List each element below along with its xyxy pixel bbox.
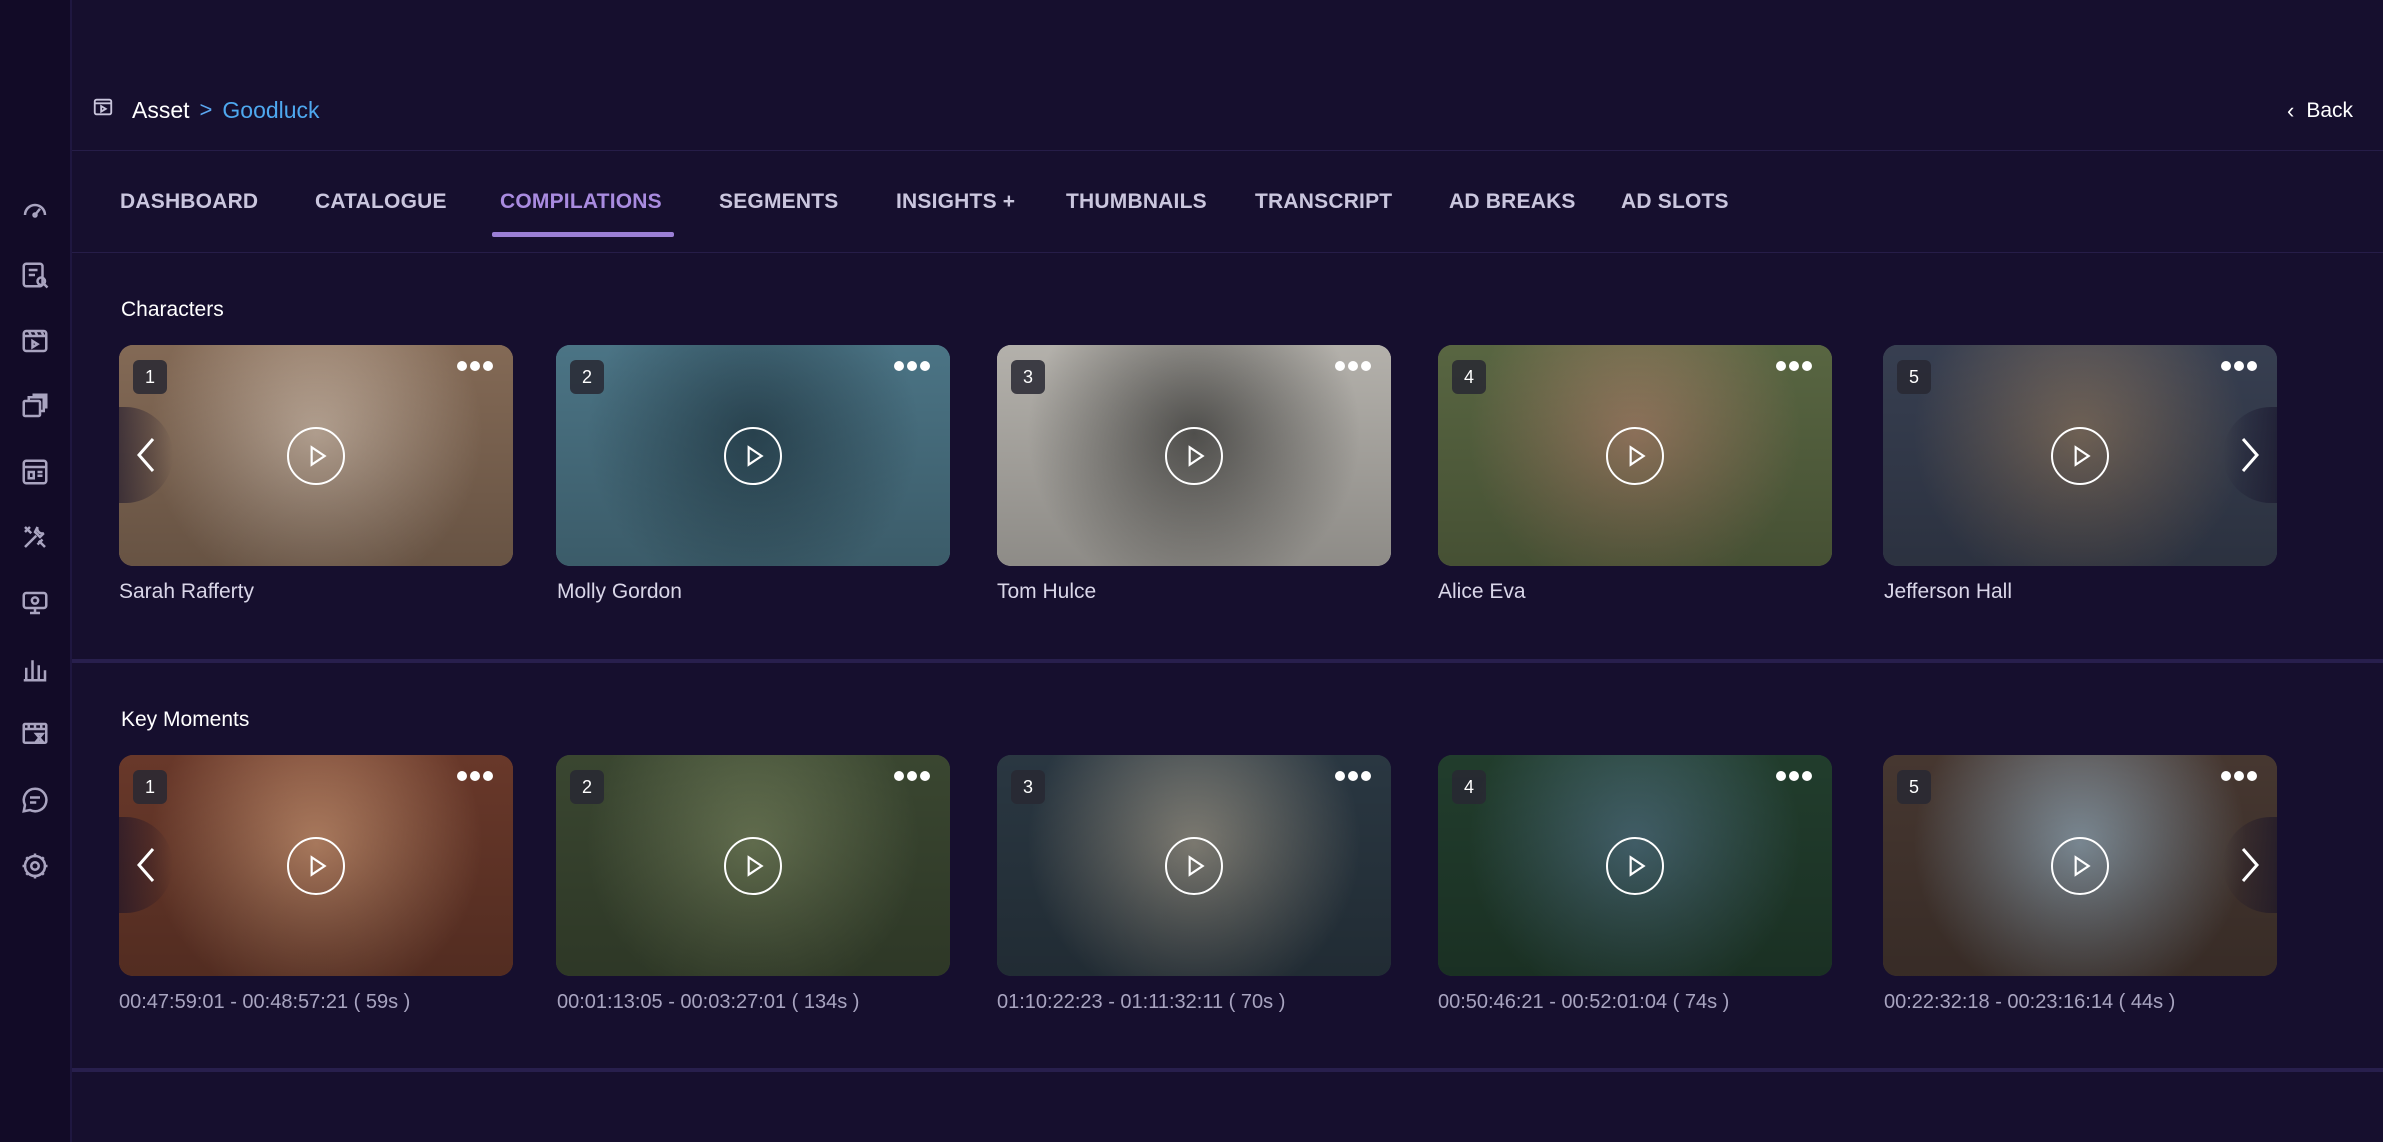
more-options-icon[interactable] <box>457 361 493 371</box>
tab-ad-slots[interactable]: AD SLOTS <box>1621 190 1729 214</box>
tab-compilations[interactable]: COMPILATIONS <box>500 190 662 214</box>
chevron-left-icon <box>137 848 155 882</box>
film-schedule-icon[interactable] <box>19 718 51 750</box>
play-icon[interactable] <box>724 836 782 895</box>
moment-timecode: 01:10:22:23 - 01:11:32:11 ( 70s ) <box>997 991 1286 1013</box>
card-index-badge: 5 <box>1897 770 1931 804</box>
tab-insights[interactable]: INSIGHTS + <box>896 190 1015 214</box>
tab-dashboard[interactable]: DASHBOARD <box>120 190 258 214</box>
play-icon[interactable] <box>287 836 345 895</box>
more-options-icon[interactable] <box>1776 771 1812 781</box>
moment-timecode: 00:01:13:05 - 00:03:27:01 ( 134s ) <box>557 991 860 1013</box>
card-index-badge: 5 <box>1897 360 1931 394</box>
tools-icon[interactable] <box>19 521 51 553</box>
chevron-left-icon: ‹ <box>2286 98 2295 123</box>
more-options-icon[interactable] <box>1335 771 1371 781</box>
breadcrumb-bar: Asset > Goodluck ‹ Back <box>72 78 2383 151</box>
card-index-badge: 1 <box>133 770 167 804</box>
active-tab-indicator <box>492 232 674 237</box>
play-icon[interactable] <box>287 426 345 485</box>
card-index-badge: 2 <box>570 360 604 394</box>
moment-card[interactable]: 2 <box>556 755 950 976</box>
play-icon[interactable] <box>1606 426 1664 485</box>
more-options-icon[interactable] <box>894 771 930 781</box>
card-index-badge: 2 <box>570 770 604 804</box>
back-button[interactable]: ‹ Back <box>2287 98 2353 124</box>
tab-thumbnails[interactable]: THUMBNAILS <box>1066 190 1207 214</box>
character-name: Jefferson Hall <box>1884 580 2013 603</box>
character-card[interactable]: 3 <box>997 345 1391 566</box>
card-index-badge: 4 <box>1452 360 1486 394</box>
breadcrumb: Asset > Goodluck <box>92 96 320 124</box>
moment-timecode: 00:50:46:21 - 00:52:01:04 ( 74s ) <box>1438 991 1730 1013</box>
character-card[interactable]: 2 <box>556 345 950 566</box>
card-index-badge: 4 <box>1452 770 1486 804</box>
chevron-right-icon <box>2241 848 2259 882</box>
moment-card[interactable]: 1 <box>119 755 513 976</box>
dashboard-gauge-icon[interactable] <box>19 194 51 226</box>
video-clip-icon[interactable] <box>19 325 51 357</box>
back-label: Back <box>2306 99 2353 122</box>
section-title-characters: Characters <box>121 298 224 321</box>
tab-ad-breaks[interactable]: AD BREAKS <box>1449 190 1576 214</box>
character-card[interactable]: 5 <box>1883 345 2277 566</box>
video-asset-icon <box>92 96 114 124</box>
tab-bar: DASHBOARD CATALOGUE COMPILATIONS SEGMENT… <box>72 152 2383 253</box>
card-index-badge: 1 <box>133 360 167 394</box>
more-options-icon[interactable] <box>2221 771 2257 781</box>
breadcrumb-root[interactable]: Asset <box>132 97 190 124</box>
chevron-right-icon <box>2241 438 2259 472</box>
moment-timecode: 00:22:32:18 - 00:23:16:14 ( 44s ) <box>1884 991 2176 1013</box>
main-content: Asset > Goodluck ‹ Back DASHBOARD CATALO… <box>72 0 2383 1142</box>
play-icon[interactable] <box>724 426 782 485</box>
settings-gear-icon[interactable] <box>19 850 51 882</box>
card-index-badge: 3 <box>1011 360 1045 394</box>
card-index-badge: 3 <box>1011 770 1045 804</box>
more-options-icon[interactable] <box>894 361 930 371</box>
more-options-icon[interactable] <box>1776 361 1812 371</box>
monitor-settings-icon[interactable] <box>19 587 51 619</box>
play-icon[interactable] <box>1165 836 1223 895</box>
section-divider <box>72 1068 2383 1072</box>
moment-timecode: 00:47:59:01 - 00:48:57:21 ( 59s ) <box>119 991 411 1013</box>
section-divider <box>72 659 2383 663</box>
moment-card[interactable]: 5 <box>1883 755 2277 976</box>
layout-icon[interactable] <box>19 456 51 488</box>
character-name: Sarah Rafferty <box>119 580 255 603</box>
moment-card[interactable]: 3 <box>997 755 1391 976</box>
tab-catalogue[interactable]: CATALOGUE <box>315 190 447 214</box>
more-options-icon[interactable] <box>457 771 493 781</box>
moment-card[interactable]: 4 <box>1438 755 1832 976</box>
breadcrumb-separator: > <box>199 97 213 122</box>
search-list-icon[interactable] <box>19 259 51 291</box>
chevron-left-icon <box>137 438 155 472</box>
more-options-icon[interactable] <box>2221 361 2257 371</box>
tab-segments[interactable]: SEGMENTS <box>719 190 838 214</box>
play-icon[interactable] <box>2051 836 2109 895</box>
character-name: Tom Hulce <box>997 580 1097 603</box>
character-card[interactable]: 4 <box>1438 345 1832 566</box>
tab-transcript[interactable]: TRANSCRIPT <box>1255 190 1392 214</box>
media-stack-icon[interactable] <box>19 390 51 422</box>
chat-icon[interactable] <box>19 784 51 816</box>
sidebar <box>0 0 72 1142</box>
character-name: Molly Gordon <box>557 580 682 603</box>
breadcrumb-current[interactable]: Goodluck <box>222 97 319 124</box>
play-icon[interactable] <box>1165 426 1223 485</box>
bar-chart-icon[interactable] <box>19 653 51 685</box>
play-icon[interactable] <box>2051 426 2109 485</box>
character-name: Alice Eva <box>1438 580 1526 603</box>
section-title-key-moments: Key Moments <box>121 708 250 731</box>
more-options-icon[interactable] <box>1335 361 1371 371</box>
play-icon[interactable] <box>1606 836 1664 895</box>
character-card[interactable]: 1 <box>119 345 513 566</box>
